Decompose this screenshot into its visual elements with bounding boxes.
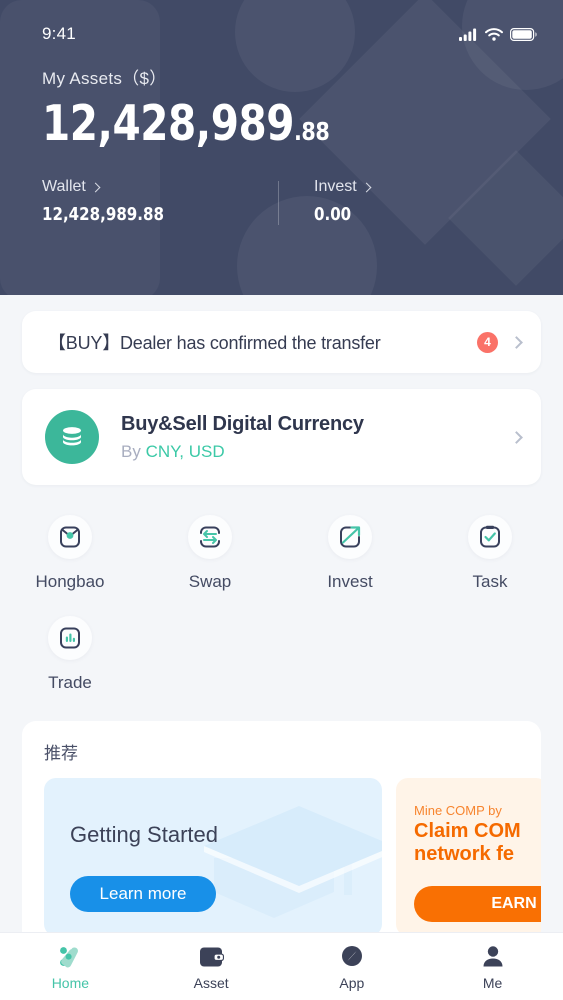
bar-chart-icon: [48, 616, 92, 660]
card-headline: Claim COM network fe: [414, 820, 521, 865]
tab-label: Me: [482, 974, 503, 991]
graduation-cap-icon: [204, 806, 382, 918]
wifi-icon: [485, 27, 503, 41]
recommend-card-row[interactable]: Getting Started Learn more Mine COMP by …: [22, 778, 541, 932]
compass-icon: [341, 945, 362, 966]
quick-actions-grid: Hongbao Swap Invest Task Trade: [0, 485, 563, 709]
quick-action-swap[interactable]: Swap: [140, 507, 280, 608]
wallet-value: 12,428,989.88: [42, 204, 164, 225]
chevron-right-icon: [510, 335, 523, 349]
coin-stack-icon: [45, 410, 99, 464]
quick-action-label: Task: [472, 572, 508, 591]
notification-badge: 4: [477, 331, 498, 353]
earn-button[interactable]: EARN: [414, 886, 541, 922]
red-envelope-icon: [48, 515, 92, 559]
invest-value: 0.00: [314, 204, 352, 225]
tab-label: Asset: [193, 974, 229, 991]
swap-arrows-icon: [188, 515, 232, 559]
my-assets-label: My Assets（$）: [42, 69, 167, 88]
amount-integer: 12,428,989: [42, 95, 294, 152]
total-assets-amount: 12,428,989.88: [42, 99, 483, 148]
amount-decimal: .88: [293, 117, 330, 146]
stat-divider: [278, 181, 279, 225]
tab-home[interactable]: Home: [0, 943, 141, 991]
person-icon: [483, 945, 503, 966]
arrow-out-icon: [328, 515, 372, 559]
wallet-stat[interactable]: Wallet 12,428,989.88: [42, 178, 278, 225]
assets-breakdown: Wallet 12,428,989.88 Invest 0.00: [0, 178, 563, 225]
quick-action-task[interactable]: Task: [420, 507, 560, 608]
quick-action-label: Swap: [188, 572, 232, 591]
bottom-tab-bar: Home Asset App Me: [0, 932, 563, 1000]
promo-by-label: By: [121, 441, 141, 461]
wallet-icon: [200, 947, 225, 966]
assets-summary: My Assets（$） 12,428,989.88: [0, 46, 563, 148]
mine-comp-card[interactable]: Mine COMP by Claim COM network fe EARN: [396, 778, 541, 932]
learn-more-button[interactable]: Learn more: [70, 876, 216, 912]
tab-app[interactable]: App: [282, 943, 423, 991]
status-bar-time: 9:41: [42, 24, 76, 43]
quick-action-label: Invest: [327, 572, 373, 591]
wallet-label: Wallet: [42, 178, 86, 195]
assets-header: 9:41 My Assets（$） 12,428,989 .88 Wallet …: [0, 0, 563, 295]
tab-label: App: [339, 974, 365, 991]
tab-label: Home: [51, 974, 90, 991]
getting-started-card[interactable]: Getting Started Learn more: [44, 778, 382, 932]
invest-label: Invest: [314, 178, 357, 195]
tab-me[interactable]: Me: [422, 943, 563, 991]
card-small-text: Mine COMP by: [414, 803, 502, 818]
notification-text: 【BUY】Dealer has confirmed the transfer: [48, 333, 381, 353]
quick-action-trade[interactable]: Trade: [0, 608, 140, 709]
mobile-app-screen: 9:41 My Assets（$） 12,428,989 .88 Wallet …: [0, 0, 563, 1000]
status-bar: 9:41: [0, 0, 563, 46]
tab-asset[interactable]: Asset: [141, 943, 282, 991]
buy-sell-promo-card[interactable]: Buy&Sell Digital Currency By CNY, USD: [22, 389, 541, 485]
quick-action-hongbao[interactable]: Hongbao: [0, 507, 140, 608]
content-scroll-area[interactable]: 【BUY】Dealer has confirmed the transfer 4…: [0, 295, 563, 932]
cellular-signal-icon: [459, 28, 477, 41]
card-title: Getting Started: [70, 822, 218, 847]
quick-action-invest[interactable]: Invest: [280, 507, 420, 608]
chevron-right-icon: [361, 182, 372, 192]
promo-text-block: Buy&Sell Digital Currency By CNY, USD: [121, 413, 512, 462]
promo-subtitle: By CNY, USD: [121, 442, 512, 462]
invest-stat[interactable]: Invest 0.00: [278, 178, 514, 225]
chevron-right-icon: [510, 430, 523, 444]
recommend-heading: 推荐: [44, 744, 78, 763]
recommend-section: 推荐 Getting Started Learn more Mine COMP …: [22, 721, 541, 932]
clipboard-check-icon: [468, 515, 512, 559]
promo-currencies: CNY, USD: [145, 441, 225, 461]
status-bar-icons: [459, 27, 537, 41]
notification-banner[interactable]: 【BUY】Dealer has confirmed the transfer 4: [22, 311, 541, 373]
quick-action-label: Trade: [48, 673, 92, 692]
quick-action-label: Hongbao: [35, 572, 105, 591]
battery-icon: [510, 27, 537, 41]
promo-title: Buy&Sell Digital Currency: [121, 412, 364, 435]
home-logo-icon: [60, 946, 79, 967]
chevron-right-icon: [90, 182, 101, 192]
